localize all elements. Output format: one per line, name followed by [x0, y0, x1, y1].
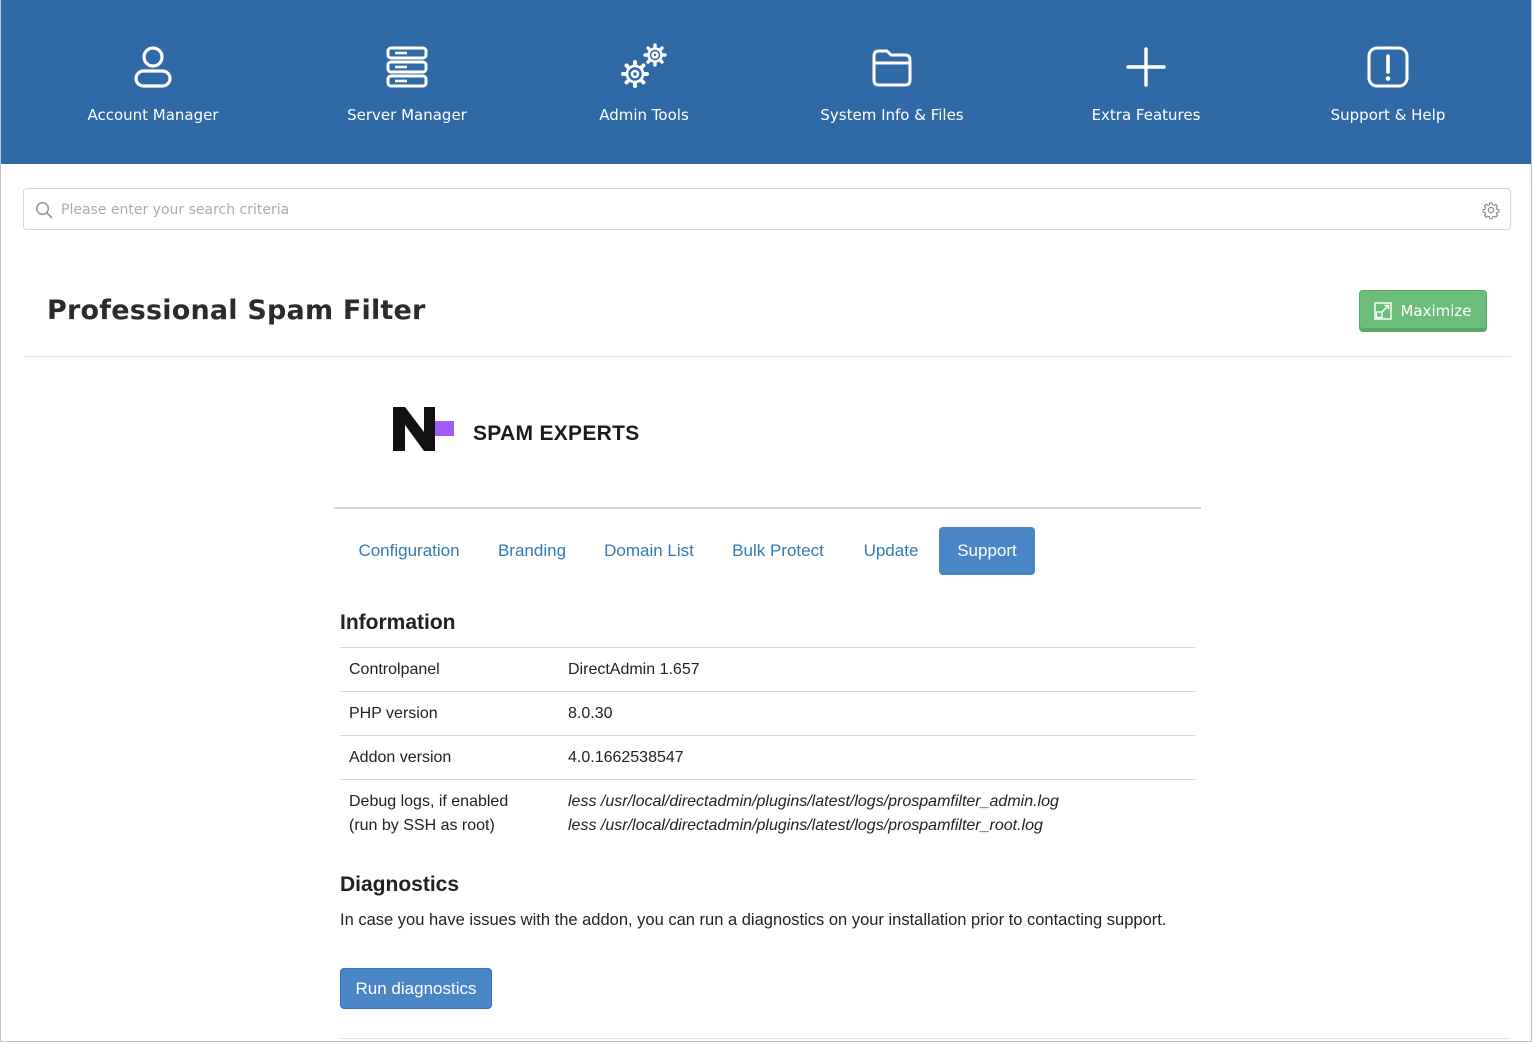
search-input[interactable] — [61, 197, 1461, 223]
nav-label: System Info & Files — [820, 106, 964, 124]
app-frame: Account Manager Server Manager Admin Too… — [0, 0, 1532, 1042]
tab-branding[interactable]: Branding — [485, 527, 579, 575]
maximize-button[interactable]: Maximize — [1359, 290, 1487, 332]
nav-support-help[interactable]: Support & Help — [1268, 0, 1508, 164]
nav-account-manager[interactable]: Account Manager — [33, 0, 273, 164]
nav-label: Support & Help — [1330, 106, 1446, 124]
nav-label: Account Manager — [87, 106, 219, 124]
maximize-icon — [1374, 302, 1393, 320]
maximize-label: Maximize — [1400, 302, 1472, 320]
row-key-line: (run by SSH as root) — [349, 817, 495, 834]
bottom-divider — [340, 1038, 1510, 1039]
root-log-command: less /usr/local/directadmin/plugins/late… — [568, 817, 1043, 834]
information-heading: Information — [340, 611, 456, 634]
n-able-logo-icon — [393, 407, 454, 451]
row-key: Debug logs, if enabled (run by SSH as ro… — [340, 779, 559, 848]
search-bar — [23, 188, 1511, 230]
table-row: Controlpanel DirectAdmin 1.657 — [340, 647, 1195, 692]
exclamation-icon — [1367, 46, 1409, 88]
tab-configuration[interactable]: Configuration — [342, 527, 476, 575]
tab-support[interactable]: Support — [939, 527, 1035, 575]
tab-domain-list[interactable]: Domain List — [593, 527, 705, 575]
run-diagnostics-button[interactable]: Run diagnostics — [340, 968, 492, 1009]
gears-icon — [621, 43, 667, 88]
search-icon — [35, 201, 53, 219]
row-key-line: Debug logs, if enabled — [349, 793, 509, 810]
row-value: DirectAdmin 1.657 — [559, 647, 1195, 692]
nav-label: Extra Features — [1091, 106, 1201, 124]
admin-log-command: less /usr/local/directadmin/plugins/late… — [568, 793, 1059, 810]
row-value: less /usr/local/directadmin/plugins/late… — [559, 779, 1195, 848]
spam-experts-logo: SPAM EXPERTS — [391, 404, 639, 454]
row-value: 4.0.1662538547 — [559, 735, 1195, 780]
folder-icon — [872, 49, 912, 87]
row-key: Addon version — [340, 735, 559, 780]
table-row: Debug logs, if enabled (run by SSH as ro… — [340, 779, 1195, 848]
user-icon — [134, 46, 172, 88]
row-key: PHP version — [340, 691, 559, 736]
table-row: PHP version 8.0.30 — [340, 691, 1195, 736]
tab-update[interactable]: Update — [851, 527, 931, 575]
header-divider — [23, 356, 1511, 357]
nav-extra-features[interactable]: Extra Features — [1026, 0, 1266, 164]
logo-text: SPAM EXPERTS — [473, 422, 640, 445]
plus-icon — [1126, 47, 1166, 87]
row-key: Controlpanel — [340, 647, 559, 692]
top-navigation: Account Manager Server Manager Admin Too… — [1, 0, 1531, 164]
nav-label: Admin Tools — [599, 106, 689, 124]
tab-bulk-protect[interactable]: Bulk Protect — [718, 527, 838, 575]
gear-icon[interactable] — [1482, 201, 1500, 219]
server-icon — [386, 46, 428, 88]
row-value: 8.0.30 — [559, 691, 1195, 736]
diagnostics-description: In case you have issues with the addon, … — [340, 911, 1167, 929]
table-row: Addon version 4.0.1662538547 — [340, 735, 1195, 780]
nav-admin-tools[interactable]: Admin Tools — [524, 0, 764, 164]
nav-system-info-files[interactable]: System Info & Files — [772, 0, 1012, 164]
diagnostics-heading: Diagnostics — [340, 873, 460, 896]
nav-server-manager[interactable]: Server Manager — [287, 0, 527, 164]
logo-divider — [334, 507, 1201, 509]
nav-label: Server Manager — [347, 106, 467, 124]
information-table: Controlpanel DirectAdmin 1.657 PHP versi… — [340, 647, 1195, 848]
page-title: Professional Spam Filter — [47, 295, 426, 326]
